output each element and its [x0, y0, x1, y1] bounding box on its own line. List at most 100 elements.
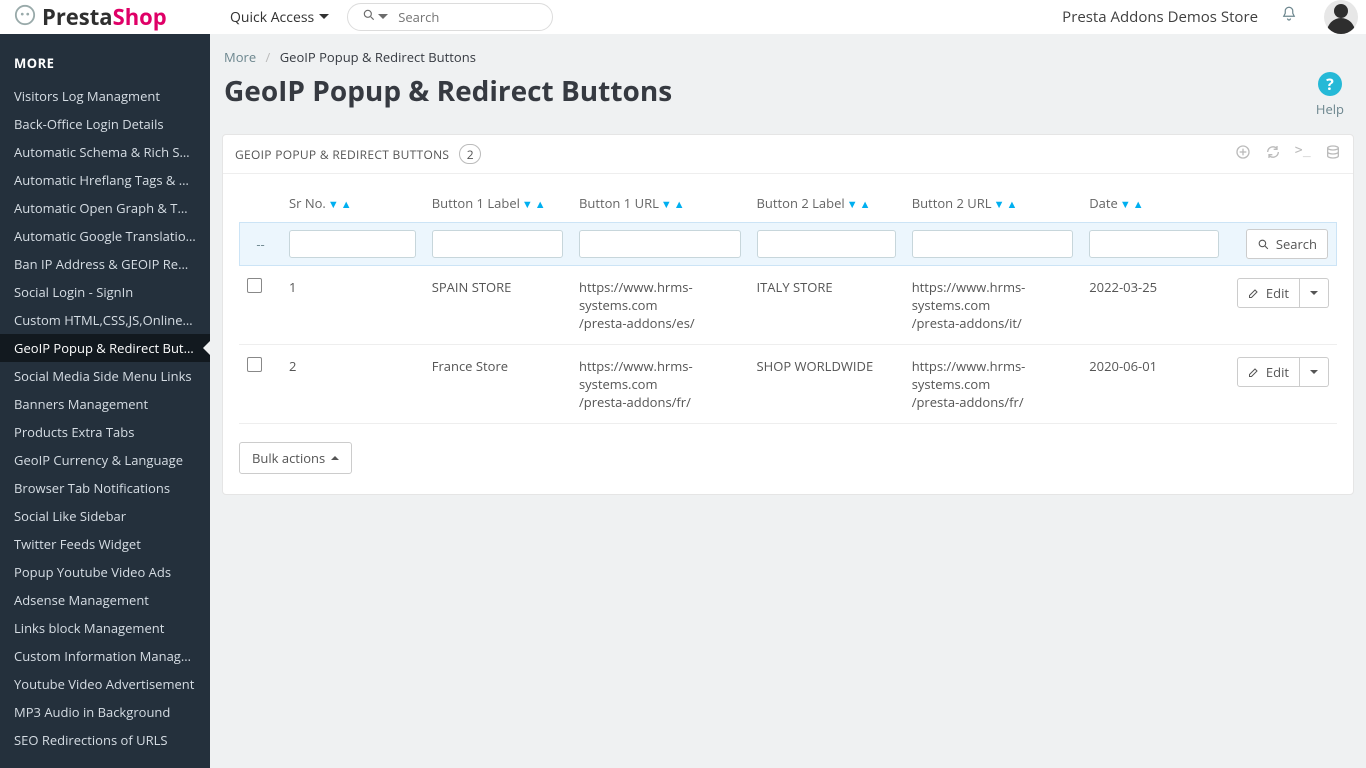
col-btn1-label[interactable]: Button 1 Label: [432, 194, 520, 212]
bulk-actions-button[interactable]: Bulk actions: [239, 442, 352, 474]
sort-asc-icon[interactable]: ▲: [1006, 197, 1017, 212]
search-box[interactable]: [347, 3, 553, 31]
refresh-icon[interactable]: [1265, 143, 1281, 165]
table-row[interactable]: 1SPAIN STOREhttps://www.hrms-systems.com…: [239, 266, 1337, 345]
sidebar-item[interactable]: Automatic Open Graph & Twitt...: [0, 194, 210, 222]
chevron-down-icon: [1310, 291, 1318, 299]
filter-btn1-url[interactable]: [579, 230, 741, 258]
listing-panel: GEOIP POPUP & REDIRECT BUTTONS 2 >_ Sr N…: [222, 134, 1354, 495]
sidebar-item[interactable]: Links block Management: [0, 614, 210, 642]
sidebar: MORE Visitors Log ManagmentBack-Office L…: [0, 34, 210, 768]
page-title: GeoIP Popup & Redirect Buttons: [222, 72, 674, 134]
export-icon[interactable]: [1325, 143, 1341, 165]
topbar: PrestaShop Quick Access Presta Addons De…: [0, 0, 1366, 34]
cell-btn1-url: https://www.hrms-systems.com/presta-addo…: [571, 266, 749, 345]
help-label: Help: [1316, 100, 1344, 118]
col-btn1-url[interactable]: Button 1 URL: [579, 194, 659, 212]
edit-dropdown[interactable]: [1300, 278, 1329, 308]
logo[interactable]: PrestaShop: [0, 0, 210, 34]
help-button[interactable]: ? Help: [1316, 72, 1344, 118]
sidebar-item[interactable]: Adsense Management: [0, 586, 210, 614]
sidebar-item[interactable]: Back-Office Login Details: [0, 110, 210, 138]
bulk-actions-label: Bulk actions: [252, 449, 325, 467]
sidebar-item[interactable]: Automatic Schema & Rich Snip...: [0, 138, 210, 166]
sort-asc-icon[interactable]: ▲: [341, 197, 352, 212]
cell-date: 2020-06-01: [1081, 345, 1227, 424]
cell-btn2-label: ITALY STORE: [749, 266, 904, 345]
col-date[interactable]: Date: [1089, 194, 1118, 212]
cell-btn1-label: SPAIN STORE: [424, 266, 571, 345]
data-table: Sr No.▼▲ Button 1 Label▼▲ Button 1 URL▼▲…: [239, 184, 1337, 424]
sidebar-item[interactable]: Products Extra Tabs: [0, 418, 210, 446]
breadcrumb: More / GeoIP Popup & Redirect Buttons: [222, 34, 1354, 72]
sidebar-item[interactable]: Visitors Log Managment: [0, 82, 210, 110]
row-checkbox[interactable]: [247, 357, 262, 372]
store-name-link[interactable]: Presta Addons Demos Store: [1062, 7, 1258, 27]
table-header-row: Sr No.▼▲ Button 1 Label▼▲ Button 1 URL▼▲…: [239, 184, 1337, 222]
search-button-label: Search: [1276, 235, 1317, 253]
cell-sr: 1: [281, 266, 424, 345]
sidebar-item[interactable]: Social Login - SignIn: [0, 278, 210, 306]
search-input[interactable]: [398, 8, 538, 26]
sidebar-item[interactable]: Automatic Hreflang Tags & Can...: [0, 166, 210, 194]
sidebar-item[interactable]: GeoIP Currency & Language: [0, 446, 210, 474]
sort-desc-icon[interactable]: ▼: [847, 197, 858, 212]
avatar[interactable]: [1324, 0, 1358, 34]
sidebar-item[interactable]: GeoIP Popup & Redirect Buttons: [0, 334, 210, 362]
filter-btn1-label[interactable]: [432, 230, 563, 258]
edit-button[interactable]: Edit: [1237, 278, 1300, 308]
chevron-down-icon: [319, 14, 329, 24]
col-btn2-url[interactable]: Button 2 URL: [912, 194, 992, 212]
filter-row: -- Search: [239, 222, 1337, 266]
help-icon: ?: [1318, 72, 1342, 96]
cell-btn1-label: France Store: [424, 345, 571, 424]
search-button[interactable]: Search: [1246, 229, 1328, 259]
quick-access-label: Quick Access: [230, 8, 314, 27]
caret-up-icon: [331, 452, 339, 460]
cell-btn1-url: https://www.hrms-systems.com/presta-addo…: [571, 345, 749, 424]
sidebar-item[interactable]: Custom Information Managem...: [0, 642, 210, 670]
row-checkbox[interactable]: [247, 278, 262, 293]
sidebar-item[interactable]: Ban IP Address & GEOIP Redirect: [0, 250, 210, 278]
cell-btn2-url: https://www.hrms-systems.com/presta-addo…: [904, 345, 1082, 424]
logo-text: PrestaShop: [42, 2, 167, 32]
sort-asc-icon[interactable]: ▲: [674, 197, 685, 212]
sidebar-item[interactable]: Custom HTML,CSS,JS,Online Ch...: [0, 306, 210, 334]
edit-dropdown[interactable]: [1300, 357, 1329, 387]
sort-desc-icon[interactable]: ▼: [328, 197, 339, 212]
sort-desc-icon[interactable]: ▼: [661, 197, 672, 212]
sort-asc-icon[interactable]: ▲: [1133, 197, 1144, 212]
sort-asc-icon[interactable]: ▲: [860, 197, 871, 212]
sidebar-item[interactable]: Automatic Google Translation ...: [0, 222, 210, 250]
filter-btn2-label[interactable]: [757, 230, 896, 258]
sidebar-item[interactable]: Social Media Side Menu Links: [0, 362, 210, 390]
notifications-icon[interactable]: [1280, 5, 1298, 29]
sql-icon[interactable]: >_: [1295, 143, 1311, 165]
sidebar-item[interactable]: SEO Redirections of URLS: [0, 726, 210, 754]
filter-sr-no[interactable]: [289, 230, 416, 258]
col-btn2-label[interactable]: Button 2 Label: [757, 194, 845, 212]
filter-btn2-url[interactable]: [912, 230, 1074, 258]
sidebar-item[interactable]: Popup Youtube Video Ads: [0, 558, 210, 586]
sort-asc-icon[interactable]: ▲: [535, 197, 546, 212]
panel-title: GEOIP POPUP & REDIRECT BUTTONS: [235, 146, 449, 163]
cell-date: 2022-03-25: [1081, 266, 1227, 345]
sidebar-item[interactable]: Twitter Feeds Widget: [0, 530, 210, 558]
table-row[interactable]: 2France Storehttps://www.hrms-systems.co…: [239, 345, 1337, 424]
sidebar-item[interactable]: Youtube Video Advertisement: [0, 670, 210, 698]
sidebar-item[interactable]: Social Like Sidebar: [0, 502, 210, 530]
sidebar-item[interactable]: Banners Management: [0, 390, 210, 418]
sort-desc-icon[interactable]: ▼: [522, 197, 533, 212]
sort-desc-icon[interactable]: ▼: [1120, 197, 1131, 212]
sidebar-heading: MORE: [0, 34, 210, 82]
add-icon[interactable]: [1235, 143, 1251, 165]
sort-desc-icon[interactable]: ▼: [994, 197, 1005, 212]
sidebar-item[interactable]: Browser Tab Notifications: [0, 474, 210, 502]
quick-access-menu[interactable]: Quick Access: [230, 8, 329, 27]
breadcrumb-root[interactable]: More: [224, 48, 256, 66]
col-sr-no[interactable]: Sr No.: [289, 194, 326, 212]
filter-date[interactable]: [1089, 230, 1219, 258]
breadcrumb-current: GeoIP Popup & Redirect Buttons: [280, 48, 476, 66]
edit-button[interactable]: Edit: [1237, 357, 1300, 387]
sidebar-item[interactable]: MP3 Audio in Background: [0, 698, 210, 726]
